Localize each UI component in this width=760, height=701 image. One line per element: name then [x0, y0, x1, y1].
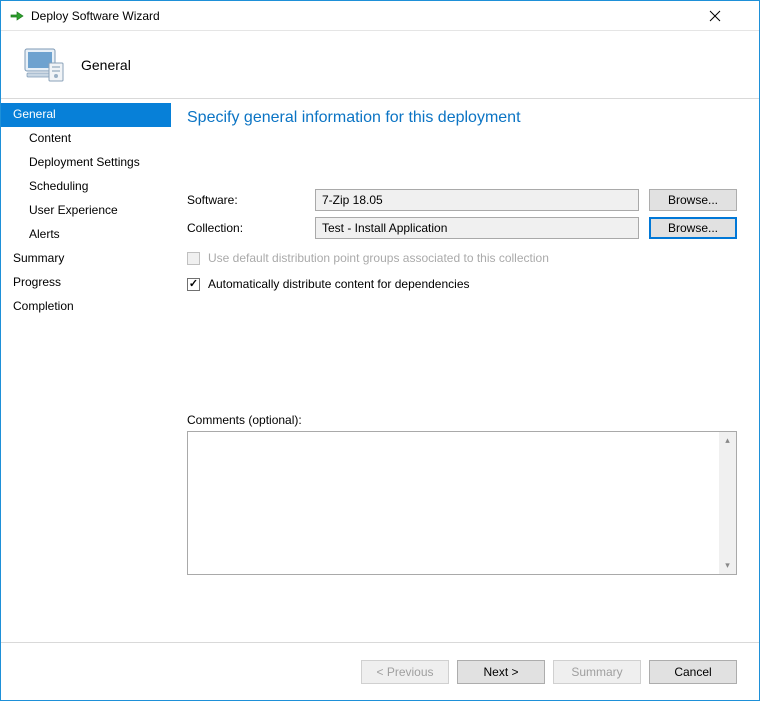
titlebar-left: Deploy Software Wizard [9, 8, 160, 24]
collection-browse-button[interactable]: Browse... [649, 217, 737, 239]
collection-label: Collection: [187, 221, 315, 235]
summary-button: Summary [553, 660, 641, 684]
close-button[interactable] [709, 10, 749, 22]
next-button[interactable]: Next > [457, 660, 545, 684]
cancel-button[interactable]: Cancel [649, 660, 737, 684]
sidebar-item-label: General [13, 107, 56, 121]
wizard-footer: < Previous Next > Summary Cancel [1, 642, 759, 700]
sidebar-item-completion[interactable]: Completion [1, 295, 171, 319]
sidebar-item-summary[interactable]: Summary [1, 247, 171, 271]
use-default-dp-row: Use default distribution point groups as… [187, 251, 737, 265]
window-title: Deploy Software Wizard [31, 9, 160, 23]
titlebar: Deploy Software Wizard [1, 1, 759, 31]
comments-scrollbar[interactable]: ▴ ▾ [719, 432, 736, 574]
use-default-dp-checkbox [187, 252, 200, 265]
sidebar-item-label: Summary [13, 251, 64, 265]
scroll-up-icon: ▴ [719, 432, 736, 449]
sidebar-item-general[interactable]: General [1, 103, 171, 127]
sidebar-item-label: Completion [13, 299, 74, 313]
collection-row: Collection: Browse... [187, 217, 737, 239]
software-row: Software: Browse... [187, 189, 737, 211]
wizard-content: Specify general information for this dep… [171, 99, 759, 642]
comments-container: ▴ ▾ [187, 431, 737, 575]
comments-textarea[interactable] [188, 432, 719, 574]
use-default-dp-label: Use default distribution point groups as… [208, 251, 549, 265]
sidebar-item-label: Content [29, 131, 71, 145]
wizard-body: General Content Deployment Settings Sche… [1, 99, 759, 642]
software-browse-button[interactable]: Browse... [649, 189, 737, 211]
software-label: Software: [187, 193, 315, 207]
sidebar-item-label: Alerts [29, 227, 60, 241]
auto-distribute-label: Automatically distribute content for dep… [208, 277, 470, 291]
previous-button: < Previous [361, 660, 449, 684]
sidebar-item-alerts[interactable]: Alerts [1, 223, 171, 247]
computer-icon [19, 41, 67, 89]
checkmark-icon: ✓ [189, 279, 198, 290]
header-section-label: General [81, 57, 131, 73]
sidebar-item-content[interactable]: Content [1, 127, 171, 151]
comments-label: Comments (optional): [187, 413, 737, 427]
sidebar-item-label: Deployment Settings [29, 155, 140, 169]
sidebar-item-scheduling[interactable]: Scheduling [1, 175, 171, 199]
sidebar-item-user-experience[interactable]: User Experience [1, 199, 171, 223]
header-banner: General [1, 31, 759, 99]
wizard-sidebar: General Content Deployment Settings Sche… [1, 99, 171, 642]
sidebar-item-deployment-settings[interactable]: Deployment Settings [1, 151, 171, 175]
software-input[interactable] [315, 189, 639, 211]
close-icon [709, 10, 749, 22]
sidebar-item-label: Progress [13, 275, 61, 289]
app-arrow-icon [9, 8, 25, 24]
auto-distribute-checkbox[interactable]: ✓ [187, 278, 200, 291]
sidebar-item-progress[interactable]: Progress [1, 271, 171, 295]
collection-input[interactable] [315, 217, 639, 239]
sidebar-item-label: Scheduling [29, 179, 88, 193]
sidebar-item-label: User Experience [29, 203, 118, 217]
scroll-down-icon: ▾ [719, 557, 736, 574]
auto-distribute-row: ✓ Automatically distribute content for d… [187, 277, 737, 291]
page-title: Specify general information for this dep… [187, 109, 737, 127]
